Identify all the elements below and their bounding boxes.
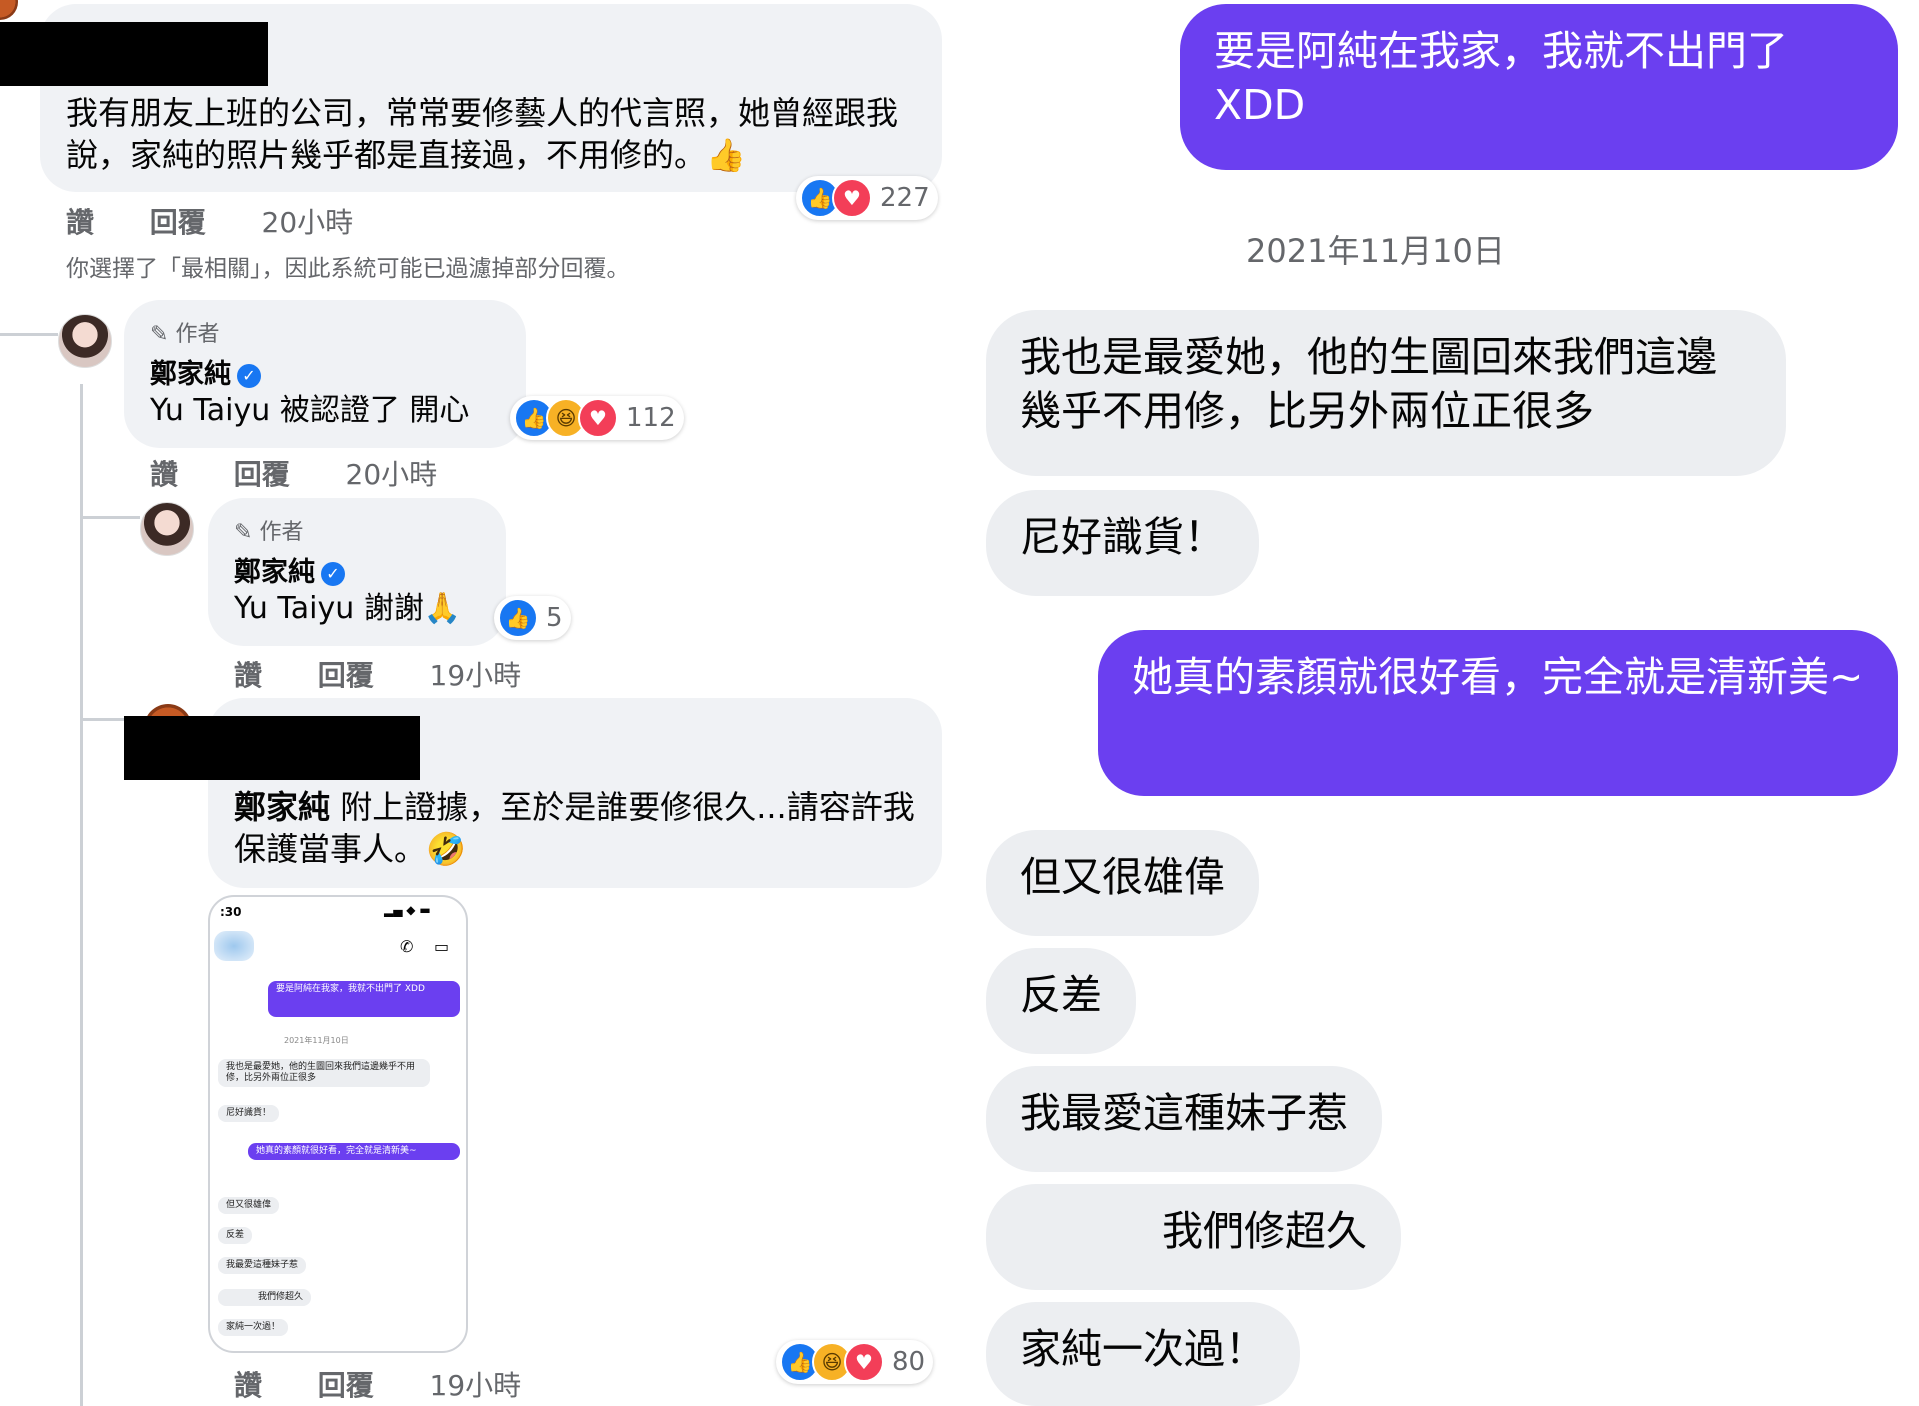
outgoing-message[interactable]: 要是阿純在我家，我就不出門了 XDD bbox=[1180, 4, 1898, 170]
folded-hands-emoji: 🙏 bbox=[423, 591, 462, 626]
reaction-count: 112 bbox=[626, 403, 676, 433]
outgoing-message[interactable]: 她真的素顏就很好看，完全就是清新美~ bbox=[1098, 630, 1898, 796]
reply-link[interactable]: 回覆 bbox=[234, 458, 290, 491]
reply1-bubble: ✎ 作者 鄭家純 ✓ Yu Taiyu 被認證了 開心 bbox=[124, 300, 526, 448]
status-icons: ▂▄ ◆ ▬ bbox=[384, 903, 431, 917]
reply1-reactions[interactable]: 👍 😆 ♥ 112 bbox=[510, 396, 684, 440]
like-reaction-icon: 👍 bbox=[498, 598, 538, 638]
reply-link[interactable]: 回覆 bbox=[318, 1369, 374, 1402]
screenshot-attachment[interactable]: :30 ▂▄ ◆ ▬ ✆ ▭ 要是阿純在我家，我就不出門了 XDD 2021年1… bbox=[208, 895, 468, 1353]
reply2-bubble: ✎ 作者 鄭家純 ✓ Yu Taiyu 謝謝🙏 bbox=[208, 498, 506, 646]
mini-message: 要是阿純在我家，我就不出門了 XDD bbox=[268, 981, 460, 1017]
timestamp[interactable]: 20小時 bbox=[346, 458, 438, 491]
top-comment-reactions[interactable]: 👍 ♥ 227 bbox=[796, 176, 938, 220]
verified-badge-icon: ✓ bbox=[237, 363, 261, 388]
filter-notice: 你選擇了「最相關」，因此系統可能已過濾掉部分回覆。 bbox=[66, 256, 630, 282]
like-link[interactable]: 讚 bbox=[66, 206, 94, 239]
thread-line bbox=[80, 384, 83, 1406]
like-link[interactable]: 讚 bbox=[234, 659, 262, 692]
thread-line bbox=[0, 333, 58, 336]
pencil-icon: ✎ bbox=[150, 322, 169, 347]
author-avatar[interactable] bbox=[140, 502, 194, 556]
incoming-message[interactable]: 我們修超久 bbox=[986, 1184, 1401, 1290]
mini-message: 她真的素顏就很好看，完全就是清新美~ bbox=[248, 1143, 460, 1160]
timestamp[interactable]: 19小時 bbox=[430, 1369, 522, 1402]
love-reaction-icon: ♥ bbox=[844, 1342, 884, 1382]
reply3-text: 鄭家純 附上證據，至於是誰要修很久...請容許我保護當事人。🤣 bbox=[234, 788, 915, 868]
reply2-actions: 讚 回覆 19小時 bbox=[234, 654, 567, 694]
mini-message: 但又很雄偉 bbox=[218, 1197, 280, 1214]
incoming-message[interactable]: 我也是最愛她，他的生圖回來我們這邊幾乎不用修，比另外兩位正很多 bbox=[986, 310, 1786, 476]
author-tag: ✎ 作者 bbox=[234, 520, 304, 545]
incoming-message[interactable]: 反差 bbox=[986, 948, 1136, 1054]
timestamp[interactable]: 19小時 bbox=[430, 659, 522, 692]
reply1-text: Yu Taiyu 被認證了 開心 bbox=[150, 393, 470, 428]
reply3-actions: 讚 回覆 19小時 bbox=[234, 1364, 567, 1404]
incoming-message[interactable]: 尼好識貨！ bbox=[986, 490, 1259, 596]
like-link[interactable]: 讚 bbox=[234, 1369, 262, 1402]
reply1-actions: 讚 回覆 20小時 bbox=[150, 453, 483, 493]
commenter-avatar[interactable] bbox=[0, 0, 18, 20]
video-call-icon: ▭ bbox=[434, 937, 450, 956]
date-separator: 2021年11月10日 bbox=[1246, 232, 1505, 270]
like-link[interactable]: 讚 bbox=[150, 458, 178, 491]
love-reaction-icon: ♥ bbox=[578, 398, 618, 438]
reaction-count: 227 bbox=[880, 183, 930, 213]
mini-message: 家純一次過！ bbox=[218, 1319, 289, 1336]
thumbs-up-emoji: 👍 bbox=[706, 136, 746, 174]
reply-link[interactable]: 回覆 bbox=[318, 659, 374, 692]
love-reaction-icon: ♥ bbox=[832, 178, 872, 218]
phone-call-icon: ✆ bbox=[400, 937, 414, 956]
reply2-reactions[interactable]: 👍 5 bbox=[494, 596, 571, 640]
rofl-emoji: 🤣 bbox=[426, 830, 466, 868]
top-comment-text: 我有朋友上班的公司，常常要修藝人的代言照，她曾經跟我說，家純的照片幾乎都是直接過… bbox=[66, 94, 899, 174]
mini-message: 我們修超久 bbox=[218, 1289, 312, 1306]
top-comment-actions: 讚 回覆 20小時 bbox=[66, 201, 399, 241]
author-name[interactable]: 鄭家純 ✓ bbox=[234, 550, 345, 589]
redacted-name bbox=[0, 22, 268, 86]
reply3-reactions[interactable]: 👍 😆 ♥ 80 bbox=[776, 1340, 934, 1384]
author-tag: ✎ 作者 bbox=[150, 322, 220, 347]
verified-badge-icon: ✓ bbox=[321, 561, 345, 586]
incoming-message[interactable]: 家純一次過！ bbox=[986, 1302, 1300, 1406]
status-time: :30 bbox=[220, 905, 242, 919]
mention-link[interactable]: 鄭家純 bbox=[234, 788, 330, 826]
mini-message: 反差 bbox=[218, 1227, 253, 1244]
reaction-count: 5 bbox=[546, 603, 563, 633]
mini-message: 尼好識貨！ bbox=[218, 1105, 280, 1122]
blurred-contact bbox=[214, 931, 254, 961]
author-avatar[interactable] bbox=[58, 314, 112, 368]
thread-line bbox=[80, 516, 140, 519]
incoming-message[interactable]: 我最愛這種妹子惹 bbox=[986, 1066, 1382, 1172]
incoming-message[interactable]: 但又很雄偉 bbox=[986, 830, 1259, 936]
timestamp[interactable]: 20小時 bbox=[262, 206, 354, 239]
author-name[interactable]: 鄭家純 ✓ bbox=[150, 352, 261, 391]
mini-message: 我也是最愛她，他的生圖回來我們這邊幾乎不用修，比另外兩位正很多 bbox=[218, 1059, 430, 1087]
reaction-count: 80 bbox=[892, 1347, 926, 1377]
redacted-name bbox=[124, 716, 420, 780]
reply-link[interactable]: 回覆 bbox=[150, 206, 206, 239]
mini-date: 2021年11月10日 bbox=[284, 1036, 349, 1045]
mini-message: 我最愛這種妹子惹 bbox=[218, 1257, 307, 1274]
pencil-icon: ✎ bbox=[234, 520, 253, 545]
reply2-text: Yu Taiyu 謝謝🙏 bbox=[234, 591, 462, 626]
